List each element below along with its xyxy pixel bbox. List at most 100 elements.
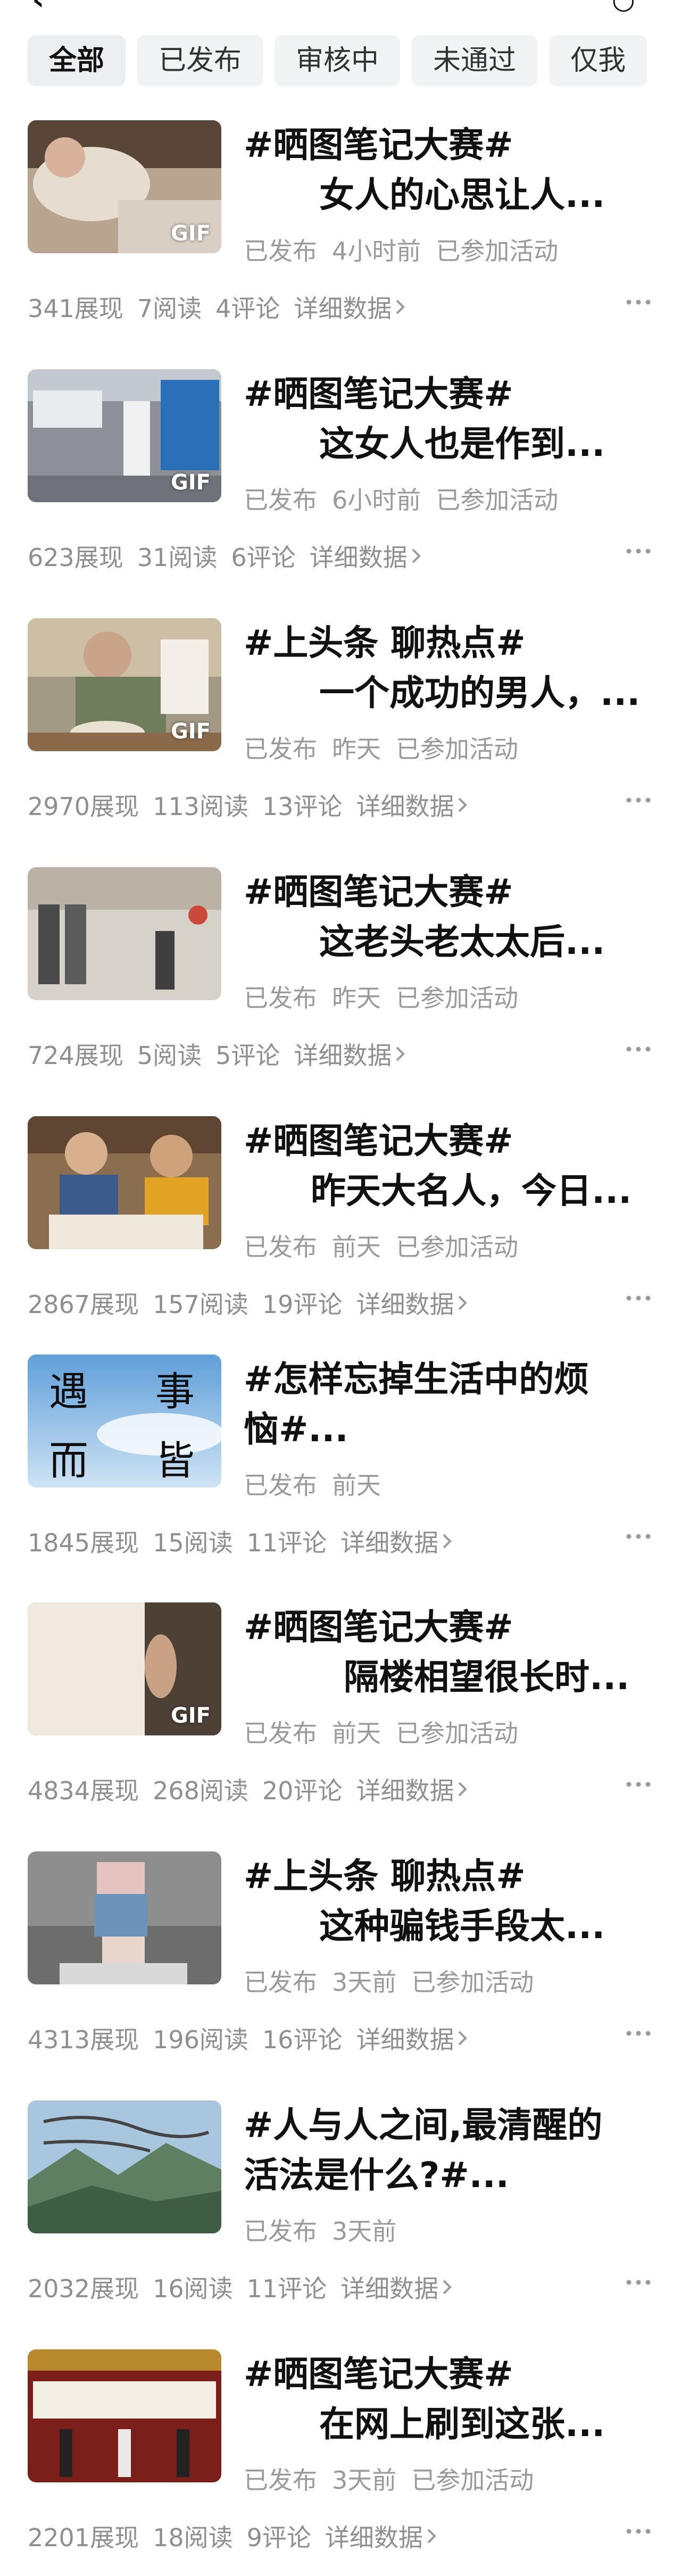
thumbnail-calligraphy: 事 — [155, 1369, 195, 1415]
reads-count: 268阅读 — [153, 1776, 248, 1805]
detail-link[interactable]: 详细数据 — [294, 1036, 392, 1071]
post-title-continued[interactable]: 恼#... — [244, 1406, 348, 1453]
post-title-continued[interactable]: 活法是什么?#... — [244, 2151, 509, 2199]
chevron-right-icon — [396, 1046, 405, 1061]
post-title-continued[interactable]: 昨天大名人，今日... — [311, 1167, 632, 1215]
detail-link[interactable]: 详细数据 — [356, 2021, 454, 2056]
list-item[interactable]: #人与人之间,最清醒的 活法是什么?#... 已发布 3天前 2032展现 16阅读… — [0, 2100, 681, 2350]
post-title[interactable]: #晒图笔记大赛# — [244, 370, 664, 418]
views-count: 623展现 — [28, 543, 123, 572]
more-icon[interactable] — [624, 1526, 653, 1547]
comments-count: 20评论 — [262, 1776, 343, 1805]
gif-badge: GIF — [170, 719, 211, 744]
detail-link[interactable]: 详细数据 — [294, 289, 392, 325]
filter-tabs: 全部 已发布 审核中 未通过 仅我 — [28, 35, 647, 86]
post-title-continued[interactable]: 这老头老太太后... — [319, 918, 605, 966]
search-icon[interactable]: ○ — [612, 0, 635, 12]
filter-rejected[interactable]: 未通过 — [412, 35, 538, 86]
post-title[interactable]: #上头条 聊热点# — [244, 1852, 664, 1900]
detail-link[interactable]: 详细数据 — [356, 787, 454, 822]
reads-count: 15阅读 — [153, 1528, 233, 1557]
chevron-right-icon — [443, 2280, 452, 2295]
status-label: 已发布 — [244, 2466, 317, 2495]
list-item[interactable]: #晒图笔记大赛# 昨天大名人，今日... 已发布 前天 已参加活动 2867展现 15… — [0, 1116, 681, 1366]
post-title-continued[interactable]: 这种骗钱手段太... — [319, 1902, 605, 1950]
detail-link[interactable]: 详细数据 — [340, 2270, 438, 2305]
post-thumbnail[interactable]: 遇 事 而 皆 — [28, 1355, 221, 1488]
post-thumbnail[interactable]: GIF — [28, 369, 221, 502]
post-thumbnail[interactable] — [28, 2100, 221, 2233]
post-thumbnail[interactable] — [28, 2349, 221, 2482]
thumbnail-image — [28, 867, 221, 1000]
activity-label: 已参加活动 — [396, 735, 518, 763]
status-label: 已发布 — [244, 1968, 317, 1997]
post-time: 前天 — [332, 1471, 381, 1500]
filter-private[interactable]: 仅我 — [549, 35, 647, 86]
list-item[interactable]: GIF #晒图笔记大赛# 女人的心思让人... 已发布 4小时前 已参加活动 341… — [0, 120, 681, 370]
comments-count: 6评论 — [231, 543, 296, 572]
post-title[interactable]: #上头条 聊热点# — [244, 619, 664, 667]
comments-count: 13评论 — [262, 792, 343, 821]
detail-link[interactable]: 详细数据 — [356, 1285, 454, 1320]
chevron-right-icon — [443, 1534, 452, 1549]
post-thumbnail[interactable] — [28, 1116, 221, 1249]
thumbnail-image — [28, 2100, 221, 2233]
post-thumbnail[interactable] — [28, 867, 221, 1000]
status-label: 已发布 — [244, 984, 317, 1012]
post-thumbnail[interactable]: GIF — [28, 1602, 221, 1735]
views-count: 341展现 — [28, 294, 123, 323]
chevron-right-icon — [459, 1782, 468, 1797]
more-icon[interactable] — [624, 790, 653, 811]
post-title[interactable]: #晒图笔记大赛# — [244, 2350, 664, 2398]
chevron-right-icon — [459, 2031, 468, 2046]
post-time: 3天前 — [332, 2217, 397, 2246]
more-icon[interactable] — [624, 1038, 653, 1060]
more-icon[interactable] — [624, 1774, 653, 1795]
post-title[interactable]: #晒图笔记大赛# — [244, 1603, 664, 1651]
more-icon[interactable] — [624, 1287, 653, 1309]
filter-reviewing[interactable]: 审核中 — [275, 35, 401, 86]
filter-all[interactable]: 全部 — [28, 35, 126, 86]
post-title[interactable]: #怎样忘掉生活中的烦 — [244, 1356, 664, 1403]
more-icon[interactable] — [624, 541, 653, 562]
list-item[interactable]: 遇 事 而 皆 #怎样忘掉生活中的烦 恼#... 已发布 前天 1845展现 15阅… — [0, 1355, 681, 1605]
filter-published[interactable]: 已发布 — [137, 35, 263, 86]
views-count: 4313展现 — [28, 2025, 139, 2054]
post-title-continued[interactable]: 一个成功的男人，... — [319, 669, 640, 717]
detail-link[interactable]: 详细数据 — [356, 1772, 454, 1807]
post-thumbnail[interactable]: GIF — [28, 618, 221, 751]
more-icon[interactable] — [624, 2023, 653, 2044]
post-thumbnail[interactable] — [28, 1851, 221, 1984]
post-thumbnail[interactable]: GIF — [28, 120, 221, 253]
post-meta: 已发布 昨天 已参加活动 — [244, 979, 533, 1014]
more-icon[interactable] — [624, 2272, 653, 2293]
list-item[interactable]: #晒图笔记大赛# 这老头老太太后... 已发布 昨天 已参加活动 724展现 5阅读 5… — [0, 867, 681, 1117]
reads-count: 113阅读 — [153, 792, 248, 821]
post-title[interactable]: #晒图笔记大赛# — [244, 121, 664, 169]
post-title-continued[interactable]: 隔楼相望很长时... — [344, 1653, 629, 1701]
list-item[interactable]: GIF #上头条 聊热点# 一个成功的男人，... 已发布 昨天 已参加活动 297… — [0, 618, 681, 868]
detail-link[interactable]: 详细数据 — [325, 2519, 423, 2554]
reads-count: 196阅读 — [153, 2025, 248, 2054]
detail-link[interactable]: 详细数据 — [340, 1524, 438, 1559]
post-title-continued[interactable]: 女人的心思让人... — [319, 171, 605, 219]
more-icon[interactable] — [624, 2521, 653, 2542]
list-item[interactable]: GIF #晒图笔记大赛# 隔楼相望很长时... 已发布 前天 已参加活动 4834展… — [0, 1602, 681, 1852]
post-title[interactable]: #晒图笔记大赛# — [244, 1117, 664, 1165]
list-item[interactable]: GIF #晒图笔记大赛# 这女人也是作到... 已发布 6小时前 已参加活动 623… — [0, 369, 681, 619]
post-title[interactable]: #人与人之间,最清醒的 — [244, 2101, 664, 2149]
detail-link[interactable]: 详细数据 — [310, 538, 408, 574]
list-item[interactable]: #晒图笔记大赛# 在网上刷到这张... 已发布 3天前 已参加活动 2201展现 18… — [0, 2349, 681, 2576]
list-item[interactable]: #上头条 聊热点# 这种骗钱手段太... 已发布 3天前 已参加活动 4313展现 1… — [0, 1851, 681, 2101]
comments-count: 19评论 — [262, 1290, 343, 1319]
more-icon[interactable] — [624, 292, 653, 313]
post-title-continued[interactable]: 这女人也是作到... — [319, 420, 605, 468]
post-title[interactable]: #晒图笔记大赛# — [244, 868, 664, 916]
activity-label: 已参加活动 — [436, 486, 559, 514]
post-title-continued[interactable]: 在网上刷到这张... — [319, 2400, 605, 2448]
back-icon[interactable]: ‹ — [32, 0, 45, 12]
post-time: 昨天 — [332, 735, 381, 763]
views-count: 2867展现 — [28, 1290, 139, 1319]
status-label: 已发布 — [244, 486, 317, 514]
comments-count: 11评论 — [246, 2274, 327, 2303]
